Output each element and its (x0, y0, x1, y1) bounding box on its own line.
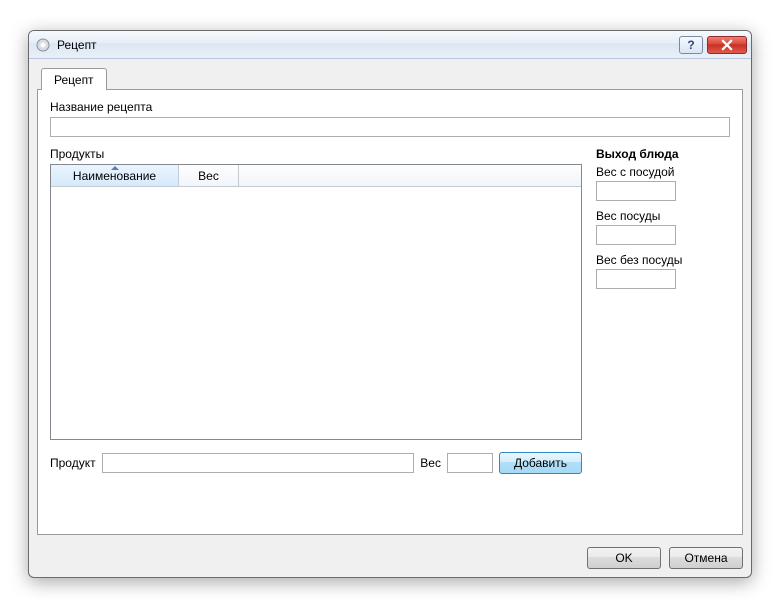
add-button[interactable]: Добавить (499, 452, 582, 474)
product-input[interactable] (102, 453, 415, 473)
weight-input[interactable] (447, 453, 493, 473)
weight-with-dish-input[interactable] (596, 181, 676, 201)
recipe-name-label: Название рецепта (50, 100, 730, 114)
product-field-label: Продукт (50, 456, 96, 470)
column-weight[interactable]: Вес (179, 165, 239, 186)
weight-without-dish-label: Вес без посуды (596, 253, 730, 267)
help-button[interactable]: ? (679, 36, 703, 54)
weight-without-dish-input[interactable] (596, 269, 676, 289)
column-filler (239, 165, 581, 186)
tab-panel: Название рецепта Продукты Наименование В… (37, 89, 743, 535)
cancel-button[interactable]: Отмена (669, 547, 743, 569)
close-button[interactable] (707, 36, 747, 54)
table-header: Наименование Вес (51, 165, 581, 187)
products-table[interactable]: Наименование Вес (50, 164, 582, 440)
recipe-name-input[interactable] (50, 117, 730, 137)
tab-recipe[interactable]: Рецепт (41, 68, 107, 90)
dialog-window: Рецепт ? Рецепт Название рецепта Продукт… (28, 30, 752, 578)
dish-weight-label: Вес посуды (596, 209, 730, 223)
titlebar[interactable]: Рецепт ? (29, 31, 751, 59)
app-icon (35, 37, 51, 53)
window-title: Рецепт (57, 38, 97, 52)
products-label: Продукты (50, 147, 582, 161)
output-heading: Выход блюда (596, 147, 730, 161)
ok-button[interactable]: OK (587, 547, 661, 569)
weight-field-label: Вес (420, 456, 441, 470)
dish-weight-input[interactable] (596, 225, 676, 245)
tab-strip: Рецепт (37, 65, 743, 89)
weight-with-dish-label: Вес с посудой (596, 165, 730, 179)
column-name[interactable]: Наименование (51, 165, 179, 186)
close-icon (721, 39, 733, 51)
tab-label: Рецепт (54, 73, 94, 87)
